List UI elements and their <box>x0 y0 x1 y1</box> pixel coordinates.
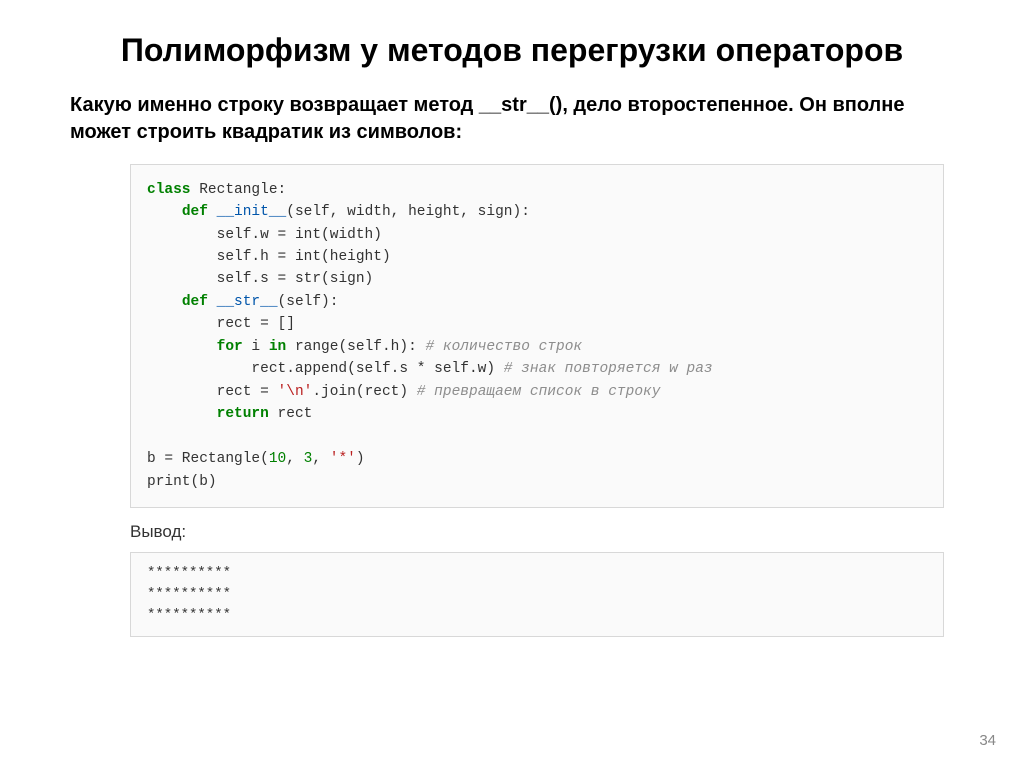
code-text: Rectangle: <box>191 182 287 198</box>
code-line: self.w = int(width) <box>217 227 382 243</box>
code-example: class Rectangle: def __init__(self, widt… <box>130 164 944 509</box>
code-text: rect = <box>217 384 278 400</box>
kw-def: def <box>182 294 208 310</box>
code-text: , <box>286 451 303 467</box>
code-text: ) <box>356 451 365 467</box>
slide-title: Полиморфизм у методов перегрузки операто… <box>70 30 954 72</box>
comment: # количество строк <box>425 339 582 355</box>
string-lit: '\n' <box>278 384 313 400</box>
kw-for: for <box>217 339 243 355</box>
code-line: rect = [] <box>217 316 295 332</box>
code-text: range(self.h): <box>286 339 425 355</box>
kw-in: in <box>269 339 286 355</box>
page-number: 34 <box>979 732 996 749</box>
kw-def: def <box>182 204 208 220</box>
slide-body: Какую именно строку возвращает метод __s… <box>70 92 954 146</box>
output-label: Вывод: <box>130 522 954 542</box>
code-text: , <box>312 451 329 467</box>
code-text: .join(rect) <box>312 384 416 400</box>
slide-content: Полиморфизм у методов перегрузки операто… <box>0 0 1024 657</box>
comment: # знак повторяется w раз <box>504 361 713 377</box>
num-lit: 10 <box>269 451 286 467</box>
code-text: rect <box>269 406 313 422</box>
fn-name: __str__ <box>208 294 278 310</box>
comment: # превращаем список в строку <box>417 384 661 400</box>
code-line: self.s = str(sign) <box>217 271 374 287</box>
code-text: i <box>243 339 269 355</box>
kw-class: class <box>147 182 191 198</box>
fn-params: (self, width, height, sign): <box>286 204 530 220</box>
string-lit: '*' <box>330 451 356 467</box>
fn-params: (self): <box>278 294 339 310</box>
code-line: rect.append(self.s * self.w) <box>251 361 503 377</box>
code-line: print(b) <box>147 474 217 490</box>
kw-return: return <box>217 406 269 422</box>
fn-name: __init__ <box>208 204 286 220</box>
code-text: b = Rectangle( <box>147 451 269 467</box>
code-line: self.h = int(height) <box>217 249 391 265</box>
output-block: ********** ********** ********** <box>130 552 944 637</box>
